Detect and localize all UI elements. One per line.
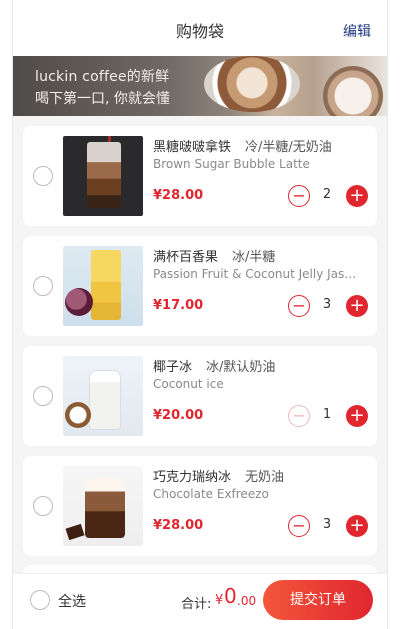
item-name-cn: 巧克力瑞纳冰: [153, 470, 232, 485]
decrease-quantity-button[interactable]: −: [288, 295, 310, 317]
item-name: 满杯百香果 冰/半糖: [153, 246, 275, 265]
cup-image: [323, 66, 383, 116]
item-name-en: Passion Fruit & Coconut Jelly Jasmine Te…: [153, 267, 363, 281]
item-name: 巧克力瑞纳冰 无奶油: [153, 466, 284, 485]
item-select-radio[interactable]: [33, 496, 53, 516]
item-options: 无奶油: [245, 470, 285, 485]
phone-frame: 购物袋 编辑 luckin coffee的新鲜 喝下第一口, 你就会懂 黑糖啵啵…: [12, 0, 388, 629]
item-price: ¥28.00: [153, 188, 204, 203]
item-name-en: Brown Sugar Bubble Latte: [153, 157, 310, 171]
promo-banner[interactable]: luckin coffee的新鲜 喝下第一口, 你就会懂: [13, 56, 387, 116]
product-image: [63, 356, 143, 436]
cart-item: 椰子冰 冰/默认奶油 Coconut ice ¥20.00 − 1 +: [23, 346, 377, 446]
item-quantity: 2: [322, 187, 332, 202]
item-quantity: 1: [322, 407, 332, 422]
increase-quantity-button[interactable]: +: [346, 515, 368, 537]
item-quantity: 3: [322, 297, 332, 312]
item-select-radio[interactable]: [33, 166, 53, 186]
header-bar: 购物袋 编辑: [13, 0, 387, 57]
page-title: 购物袋: [175, 22, 224, 41]
increase-quantity-button[interactable]: +: [346, 405, 368, 427]
cart-item: 巧克力瑞纳冰 无奶油 Chocolate Exfreezo ¥28.00 − 3 …: [23, 456, 377, 556]
increase-quantity-button[interactable]: +: [346, 295, 368, 317]
item-options: 冷/半糖/无奶油: [245, 140, 332, 155]
item-options: 冰/默认奶油: [206, 360, 276, 375]
select-all-radio[interactable]: [30, 590, 50, 610]
item-quantity: 3: [322, 517, 332, 532]
item-name: 黑糖啵啵拿铁 冷/半糖/无奶油: [153, 136, 332, 155]
product-image: [63, 136, 143, 216]
decrease-quantity-button[interactable]: −: [288, 405, 310, 427]
increase-quantity-button[interactable]: +: [346, 185, 368, 207]
item-price: ¥28.00: [153, 518, 204, 533]
total-amount: 0: [224, 584, 237, 608]
edit-button[interactable]: 编辑: [343, 0, 371, 64]
item-name: 椰子冰 冰/默认奶油: [153, 356, 275, 375]
total-currency: ¥: [215, 593, 224, 608]
select-all-label[interactable]: 全选: [58, 591, 86, 611]
item-name-en: Chocolate Exfreezo: [153, 487, 269, 501]
cart-item: 满杯百香果 冰/半糖 Passion Fruit & Coconut Jelly …: [23, 236, 377, 336]
product-image: [63, 466, 143, 546]
item-name-cn: 黑糖啵啵拿铁: [153, 140, 232, 155]
total-label: 合计:: [181, 597, 212, 612]
checkout-bar: 全选 合计: ¥ 0 .00 提交订单: [13, 573, 387, 629]
item-price: ¥20.00: [153, 408, 204, 423]
item-price: ¥17.00: [153, 298, 204, 313]
item-name-en: Coconut ice: [153, 377, 224, 391]
item-select-radio[interactable]: [33, 386, 53, 406]
item-name-cn: 满杯百香果: [153, 250, 219, 265]
total-decimals: .00: [237, 594, 257, 608]
item-name-cn: 椰子冰: [153, 360, 193, 375]
cart-item: 黑糖啵啵拿铁 冷/半糖/无奶油 Brown Sugar Bubble Latte …: [23, 126, 377, 226]
submit-order-button[interactable]: 提交订单: [263, 580, 373, 620]
banner-line-2: 喝下第一口, 你就会懂: [35, 91, 170, 107]
decrease-quantity-button[interactable]: −: [288, 185, 310, 207]
decrease-quantity-button[interactable]: −: [288, 515, 310, 537]
latte-art-image: [204, 56, 300, 112]
item-select-radio[interactable]: [33, 276, 53, 296]
product-image: [63, 246, 143, 326]
banner-line-1: luckin coffee的新鲜: [35, 69, 170, 85]
item-options: 冰/半糖: [232, 250, 276, 265]
